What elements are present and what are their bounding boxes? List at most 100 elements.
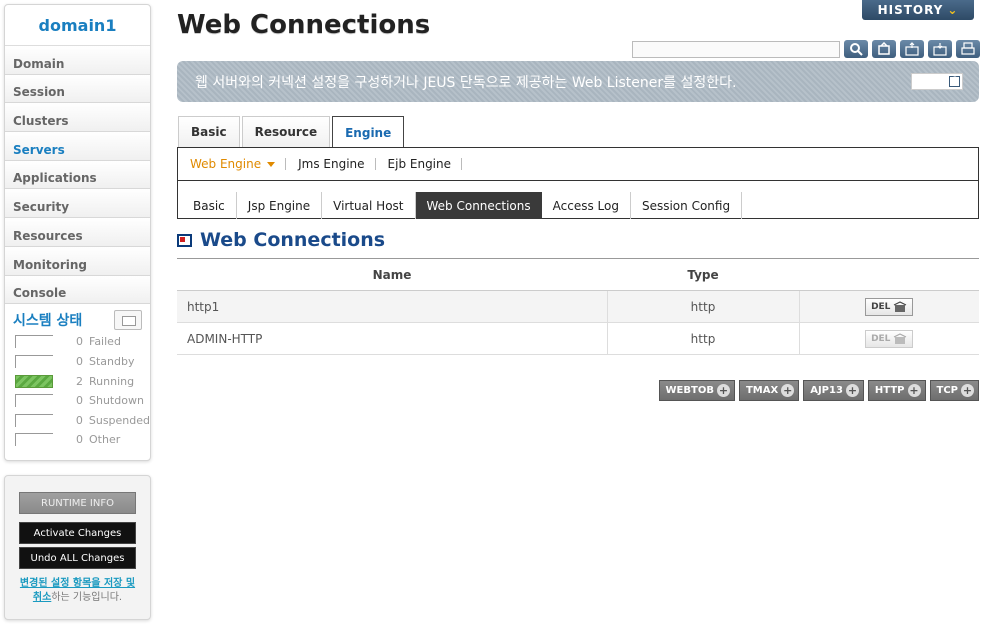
top-tabs: Basic Resource Engine xyxy=(178,116,405,148)
plus-icon: + xyxy=(716,384,730,397)
nav-item-domain[interactable]: Domain xyxy=(5,46,150,75)
add-http-label: HTTP xyxy=(874,385,905,396)
export-xml-button[interactable] xyxy=(900,40,924,58)
add-tcp-button[interactable]: TCP + xyxy=(929,380,979,401)
print-icon xyxy=(961,42,975,55)
add-tcp-label: TCP xyxy=(936,385,959,396)
engine-menu-ejb[interactable]: Ejb Engine xyxy=(388,158,463,170)
sidebar: domain1 Domain Session Clusters Servers … xyxy=(4,4,151,622)
plus-icon: + xyxy=(781,384,795,397)
tab-web-connections[interactable]: Web Connections xyxy=(415,192,542,219)
status-row-shutdown: 0 Shutdown xyxy=(5,391,150,411)
status-row-standby: 0 Standby xyxy=(5,352,150,372)
tab-session-config[interactable]: Session Config xyxy=(631,192,743,219)
change-note-text: 하는 기능입니다. xyxy=(51,591,123,603)
tab-basic[interactable]: Basic xyxy=(182,192,237,219)
refresh-button[interactable] xyxy=(872,40,896,58)
add-ajp13-label: AJP13 xyxy=(810,385,843,396)
description-bar: 웹 서버와의 커넥션 설정을 구성하거나 JEUS 단독으로 제공하는 Web … xyxy=(177,61,979,102)
status-count: 0 xyxy=(76,433,83,447)
table-row[interactable]: http1 http DEL xyxy=(177,290,979,323)
status-label: Shutdown xyxy=(89,394,144,408)
xml-import-icon xyxy=(933,43,947,56)
engine-menu-web[interactable]: Web Engine xyxy=(190,157,287,171)
toolbar xyxy=(632,40,980,58)
tab-jsp-engine[interactable]: Jsp Engine xyxy=(237,192,323,219)
status-row-other: 0 Other xyxy=(5,430,150,450)
add-tmax-button[interactable]: TMAX + xyxy=(738,380,800,401)
status-row-running: 2 Running xyxy=(5,371,150,391)
activate-changes-button[interactable]: Activate Changes xyxy=(19,521,136,544)
web-engine-tabs: Basic Jsp Engine Virtual Host Web Connec… xyxy=(178,181,978,219)
add-webtob-label: WEBTOB xyxy=(665,385,714,396)
trash-icon xyxy=(894,332,907,344)
nav-item-applications[interactable]: Applications xyxy=(5,160,150,190)
cell-name[interactable]: http1 xyxy=(177,290,608,323)
search-button[interactable] xyxy=(844,40,868,58)
engine-panel: Web Engine Jms Engine Ejb Engine Basic J… xyxy=(177,147,979,219)
refresh-icon xyxy=(878,42,890,55)
caret-down-icon xyxy=(267,162,276,167)
status-label: Standby xyxy=(89,355,135,369)
monitor-icon[interactable] xyxy=(114,310,142,331)
status-bar xyxy=(15,355,53,369)
cell-action: DEL xyxy=(799,290,979,323)
status-count: 0 xyxy=(76,355,83,369)
cell-name[interactable]: ADMIN-HTTP xyxy=(177,322,608,355)
history-button[interactable]: HISTORY ⌄ xyxy=(862,0,974,20)
status-bar xyxy=(15,335,53,349)
tab-resource[interactable]: Resource xyxy=(241,116,331,147)
cell-action: DEL xyxy=(799,322,979,355)
system-status: 시스템 상태 0 Failed 0 Standby 2 Running 0 Sh… xyxy=(5,304,150,460)
column-header-type[interactable]: Type xyxy=(607,258,799,291)
tab-engine[interactable]: Engine xyxy=(332,116,405,148)
delete-button[interactable]: DEL xyxy=(865,297,914,316)
status-bar xyxy=(15,374,53,388)
cell-type: http xyxy=(607,290,800,323)
tab-virtual-host[interactable]: Virtual Host xyxy=(322,192,416,219)
engine-menu-jms[interactable]: Jms Engine xyxy=(298,158,376,170)
add-http-button[interactable]: HTTP + xyxy=(867,380,926,401)
history-label: HISTORY xyxy=(877,3,944,17)
status-label: Failed xyxy=(89,335,121,349)
engine-menu-label: Web Engine xyxy=(190,157,262,171)
system-status-header: 시스템 상태 xyxy=(5,308,150,332)
add-ajp13-button[interactable]: AJP13 + xyxy=(803,380,864,401)
nav-item-servers[interactable]: Servers xyxy=(5,132,150,161)
domain-title[interactable]: domain1 xyxy=(5,5,150,46)
change-note: 변경된 설정 항목을 저장 및 취소하는 기능입니다. xyxy=(5,577,150,605)
delete-label: DEL xyxy=(871,301,891,312)
engine-menu: Web Engine Jms Engine Ejb Engine xyxy=(178,148,978,181)
tab-basic[interactable]: Basic xyxy=(178,116,240,147)
nav-item-session[interactable]: Session xyxy=(5,74,150,104)
nav-item-resources[interactable]: Resources xyxy=(5,218,150,247)
status-bar xyxy=(15,413,53,427)
delete-button-disabled: DEL xyxy=(865,329,914,348)
section-icon xyxy=(177,233,192,247)
status-count: 0 xyxy=(76,394,83,408)
column-header-name[interactable]: Name xyxy=(177,258,607,291)
delete-label: DEL xyxy=(871,333,891,344)
help-label: Help xyxy=(913,73,946,90)
print-button[interactable] xyxy=(956,40,980,58)
undo-all-changes-button[interactable]: Undo ALL Changes xyxy=(19,546,136,569)
table-row[interactable]: ADMIN-HTTP http DEL xyxy=(177,322,979,355)
nav-item-monitoring[interactable]: Monitoring xyxy=(5,246,150,276)
import-xml-button[interactable] xyxy=(928,40,952,58)
nav-item-security[interactable]: Security xyxy=(5,189,150,219)
help-button[interactable]: Help? xyxy=(911,73,963,90)
nav-item-console[interactable]: Console xyxy=(5,275,150,305)
tab-access-log[interactable]: Access Log xyxy=(542,192,631,219)
status-label: Suspended xyxy=(88,413,150,427)
cell-type: http xyxy=(607,322,800,355)
chevron-down-icon: ⌄ xyxy=(947,3,959,17)
search-input[interactable] xyxy=(632,40,840,58)
nav-item-clusters[interactable]: Clusters xyxy=(5,103,150,133)
section-title: Web Connections xyxy=(200,229,386,251)
status-label: Running xyxy=(89,374,135,388)
add-connection-buttons: WEBTOB + TMAX + AJP13 + HTTP + TCP + xyxy=(658,380,979,401)
connections-table: Name Type http1 http DEL ADMIN-HTTP http… xyxy=(177,258,979,355)
status-count: 2 xyxy=(76,374,83,388)
add-webtob-button[interactable]: WEBTOB + xyxy=(658,380,735,401)
runtime-info-button[interactable]: RUNTIME INFO xyxy=(19,491,136,514)
